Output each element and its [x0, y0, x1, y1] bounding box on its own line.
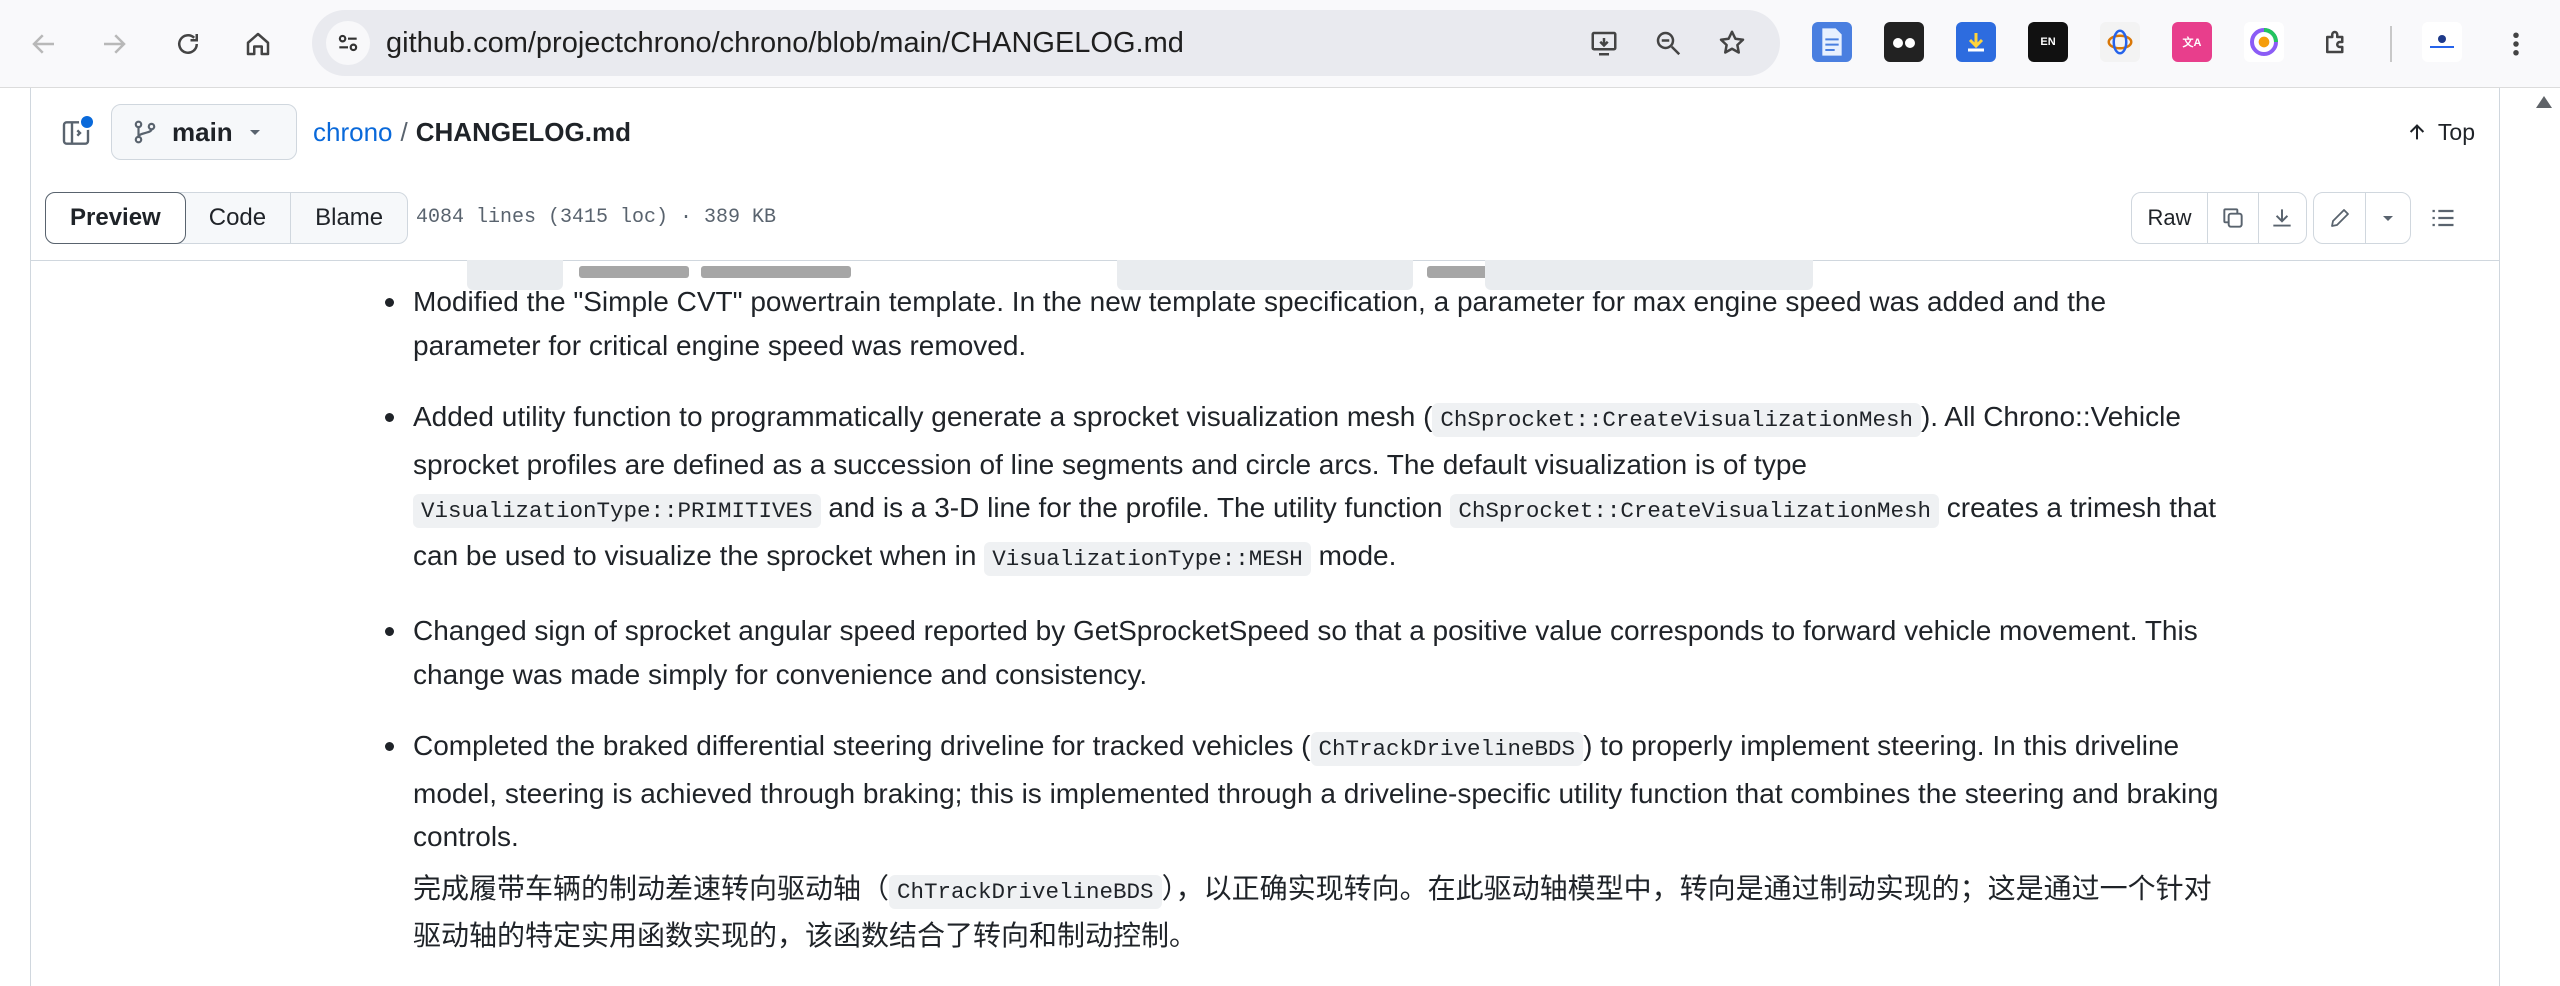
ai-extension-icon[interactable]: [2100, 22, 2140, 62]
download-icon[interactable]: [2259, 193, 2306, 243]
list-item: Completed the braked differential steeri…: [381, 724, 2221, 859]
tab-preview[interactable]: Preview: [45, 192, 186, 244]
download-extension-icon[interactable]: [1956, 22, 1996, 62]
kebab-menu-icon[interactable]: [2494, 22, 2538, 66]
inline-code: VisualizationType::PRIMITIVES: [413, 494, 821, 528]
branch-icon: [134, 120, 156, 144]
inline-code: VisualizationType::MESH: [984, 541, 1311, 576]
breadcrumb-file: CHANGELOG.md: [415, 117, 631, 147]
item-text: mode.: [1310, 539, 1397, 571]
url-text[interactable]: github.com/projectchrono/chrono/blob/mai…: [386, 10, 1184, 76]
tab-blame[interactable]: Blame: [291, 193, 407, 243]
puzzle-extensions-icon[interactable]: [2316, 22, 2356, 62]
top-label: Top: [2437, 118, 2475, 145]
translate-extension-icon[interactable]: 文A: [2172, 22, 2212, 62]
inline-code: ChTrackDrivelineBDS: [889, 874, 1162, 909]
zoom-icon[interactable]: [1646, 21, 1690, 65]
inline-code: ChSprocket::CreateVisualizationMesh: [1432, 403, 1921, 437]
edit-dropdown-icon[interactable]: [2366, 193, 2410, 243]
tab-code[interactable]: Code: [185, 193, 292, 243]
file-info: 4084 lines (3415 loc) · 389 KB: [416, 206, 777, 229]
view-mode-tabs: Preview Code Blame: [45, 192, 409, 244]
file-header: main chrono / CHANGELOG.md Top: [31, 88, 2499, 177]
raw-button[interactable]: Raw: [2132, 193, 2209, 243]
breadcrumb-repo-link[interactable]: chrono: [313, 117, 393, 147]
raw-copy-download-group: Raw: [2131, 192, 2307, 244]
item-text: and is a 3-D line for the profile. The u…: [820, 492, 1451, 523]
edit-group: [2313, 192, 2411, 244]
branch-name: main: [172, 116, 233, 147]
en-extension-icon[interactable]: EN: [2028, 22, 2068, 62]
inline-translation: 完成履带车辆的制动差速转向驱动轴（ ChTrackDrivelineBDS ），以正…: [381, 867, 2221, 958]
branch-selector[interactable]: main: [111, 104, 297, 160]
inline-code: ChSprocket::CreateVisualizationMesh: [1450, 494, 1939, 528]
breadcrumb-separator: /: [400, 117, 408, 147]
file-view: main chrono / CHANGELOG.md Top Preview Cod…: [30, 88, 2500, 986]
top-button[interactable]: Top: [2406, 106, 2475, 158]
notification-dot: [79, 114, 95, 130]
browser-toolbar: github.com/projectchrono/chrono/blob/mai…: [0, 0, 2560, 88]
scrollbar-up-arrow[interactable]: [2536, 96, 2552, 108]
list-item: Changed sign of sprocket angular speed r…: [381, 609, 2221, 696]
markdown-body: Modified the "Simple CVT" powertrain tem…: [31, 260, 2499, 986]
chevron-down-icon: [249, 130, 260, 135]
inline-code: ChTrackDrivelineBDS: [1310, 732, 1584, 766]
arrow-up-icon: [2409, 124, 2425, 140]
item-text: Changed sign of sprocket angular speed r…: [413, 615, 2198, 690]
docs-extension-icon[interactable]: [1812, 22, 1852, 62]
translation-text: 完成履带车辆的制动差速转向驱动轴（: [413, 872, 890, 904]
bookmark-star-icon[interactable]: [1710, 21, 1754, 65]
item-text: Modified the "Simple CVT" powertrain tem…: [413, 286, 2107, 361]
outline-list-icon[interactable]: [2417, 192, 2469, 244]
file-toolbar: Preview Code Blame 4084 lines (3415 loc)…: [31, 176, 2499, 261]
color-extension-icon[interactable]: [2244, 22, 2284, 62]
install-app-icon[interactable]: [1582, 21, 1626, 65]
changelog-list: Modified the "Simple CVT" powertrain tem…: [381, 280, 2221, 958]
glasses-extension-icon[interactable]: [1884, 22, 1924, 62]
item-text: Added utility function to programmatical…: [413, 401, 1433, 432]
reload-icon[interactable]: [166, 22, 210, 66]
forward-icon[interactable]: [92, 22, 136, 66]
sidebar-toggle-icon[interactable]: [55, 112, 97, 154]
site-info-icon[interactable]: [326, 21, 370, 65]
back-icon[interactable]: [22, 22, 66, 66]
home-icon[interactable]: [236, 22, 280, 66]
copy-icon[interactable]: [2208, 193, 2259, 243]
edit-pencil-icon[interactable]: [2314, 193, 2367, 243]
address-bar[interactable]: github.com/projectchrono/chrono/blob/mai…: [312, 10, 1780, 76]
breadcrumb: chrono / CHANGELOG.md: [313, 88, 631, 176]
list-item: Added utility function to programmatical…: [381, 395, 2221, 581]
profile-avatar[interactable]: [2422, 22, 2462, 62]
list-item: Modified the "Simple CVT" powertrain tem…: [381, 280, 2221, 367]
item-text: Completed the braked differential steeri…: [413, 730, 1311, 761]
toolbar-divider: [2390, 26, 2392, 62]
